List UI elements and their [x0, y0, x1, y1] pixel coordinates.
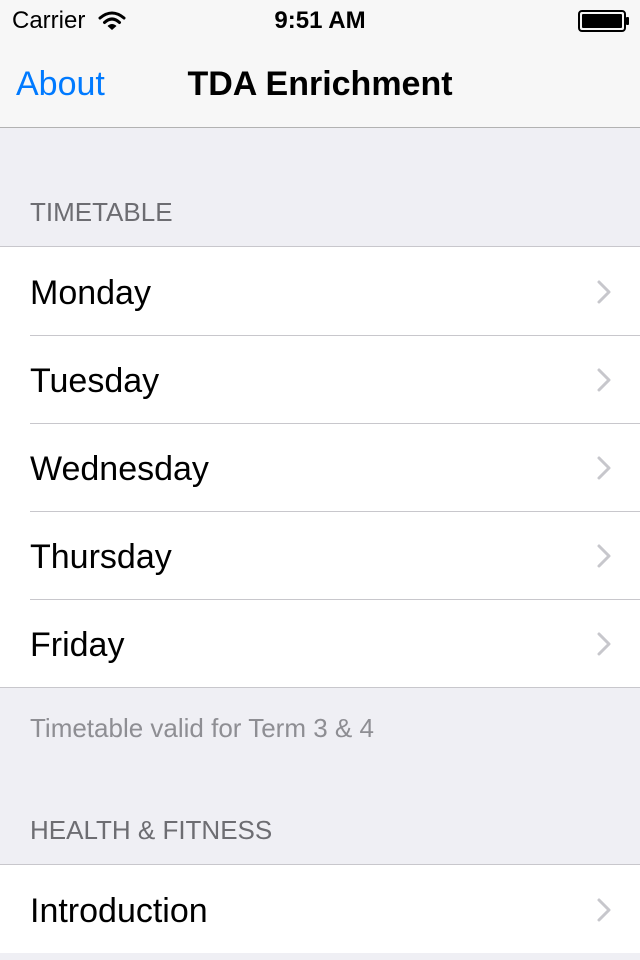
health-fitness-group: Introduction: [0, 864, 640, 953]
chevron-right-icon: [597, 632, 611, 656]
list-item-label: Friday: [30, 626, 125, 664]
list-item-wednesday[interactable]: Wednesday: [0, 423, 640, 511]
list-item-label: Tuesday: [30, 362, 160, 400]
list-item-label: Introduction: [30, 892, 208, 930]
about-button[interactable]: About: [16, 64, 105, 104]
list-item-friday[interactable]: Friday: [0, 599, 640, 687]
list-item-monday[interactable]: Monday: [0, 247, 640, 335]
chevron-right-icon: [597, 456, 611, 480]
status-bar: Carrier 9:51 AM: [0, 0, 640, 40]
list-item-introduction[interactable]: Introduction: [0, 865, 640, 953]
navigation-bar: TDA Enrichment About: [0, 40, 640, 128]
chevron-right-icon: [597, 898, 611, 922]
chevron-right-icon: [597, 544, 611, 568]
clock: 9:51 AM: [274, 7, 366, 34]
battery-icon: [578, 10, 629, 32]
chevron-right-icon: [597, 368, 611, 392]
list-item-tuesday[interactable]: Tuesday: [0, 335, 640, 423]
section-footer-timetable: Timetable valid for Term 3 & 4: [30, 713, 374, 743]
timetable-group: Monday Tuesday Wednesday Thursday Friday: [0, 246, 640, 688]
list-item-label: Monday: [30, 274, 151, 312]
list-item-thursday[interactable]: Thursday: [0, 511, 640, 599]
screen: Carrier 9:51 AM TDA Enrichment About TIM…: [0, 0, 640, 960]
section-header-health-fitness: HEALTH & FITNESS: [30, 815, 273, 845]
list-item-label: Thursday: [30, 538, 172, 576]
chevron-right-icon: [597, 280, 611, 304]
list-item-label: Wednesday: [30, 450, 209, 488]
section-header-timetable: TIMETABLE: [30, 197, 173, 227]
